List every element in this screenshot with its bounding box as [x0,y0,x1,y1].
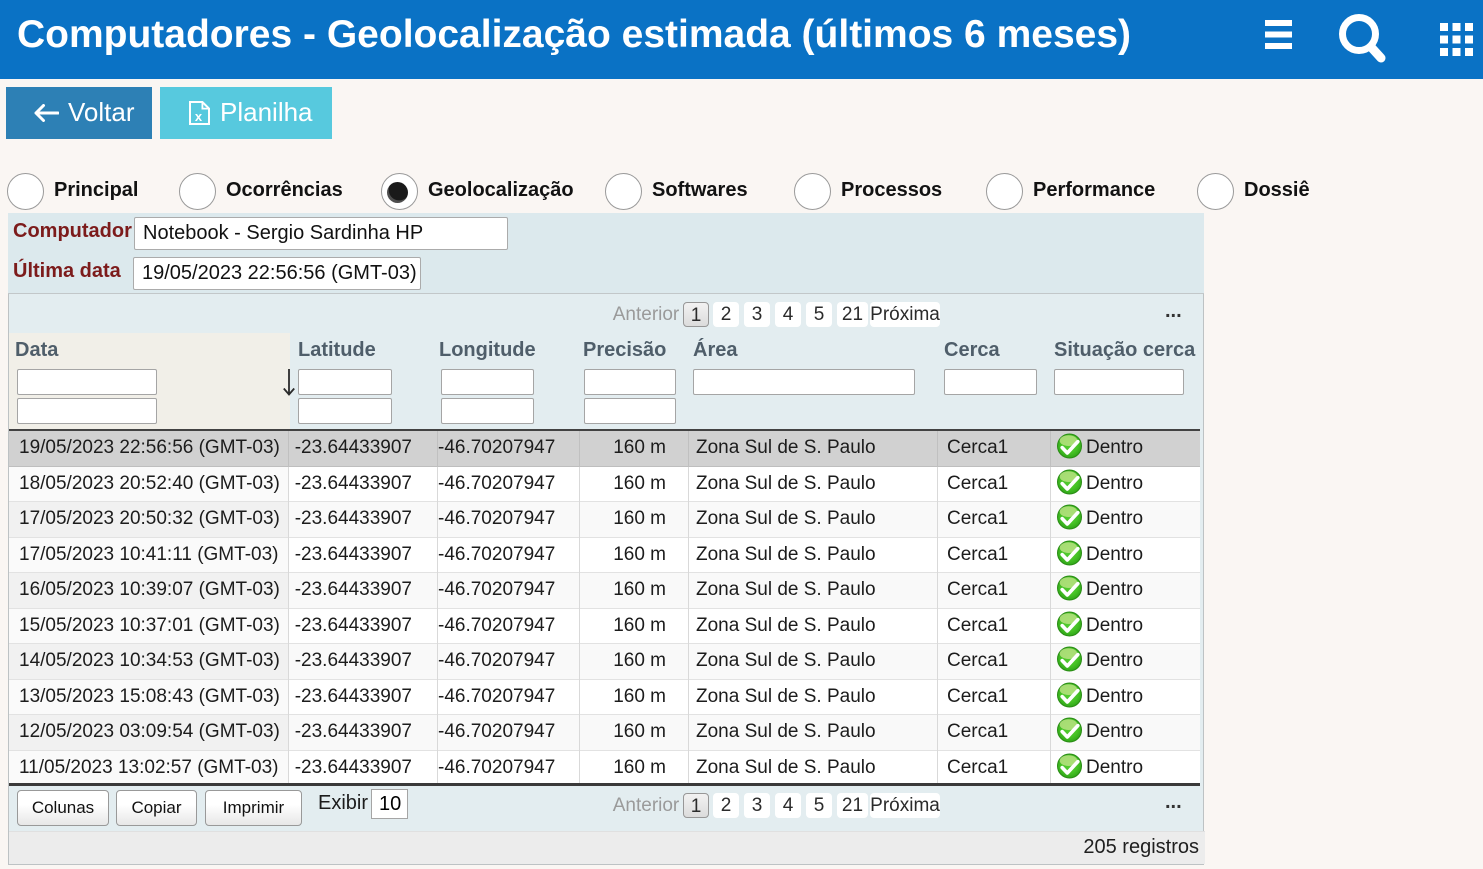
svg-text:x: x [195,109,203,124]
